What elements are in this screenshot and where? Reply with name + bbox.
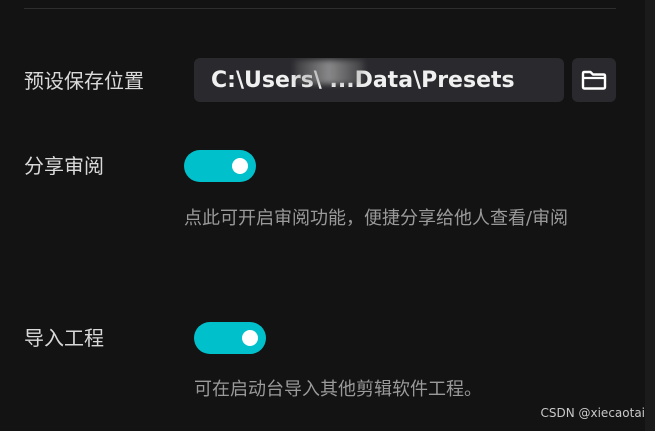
toggle-knob <box>232 158 248 174</box>
share-review-toggle[interactable] <box>184 150 256 182</box>
settings-panel: 预设保存位置 C:\Users\ ...Data\Presets 分享审阅 点此… <box>0 0 655 431</box>
preset-save-location-label: 预设保存位置 <box>24 69 144 93</box>
browse-folder-button[interactable] <box>572 58 616 102</box>
share-review-description: 点此可开启审阅功能，便捷分享给他人查看/审阅 <box>184 208 569 229</box>
section-divider <box>24 8 616 9</box>
import-project-description: 可在启动台导入其他剪辑软件工程。 <box>194 379 482 400</box>
folder-icon <box>581 70 607 90</box>
watermark-text: CSDN @xiecaotai <box>540 406 645 420</box>
preset-path-field[interactable]: C:\Users\ ...Data\Presets <box>194 58 564 102</box>
import-project-label: 导入工程 <box>24 326 104 350</box>
import-project-toggle[interactable] <box>194 322 266 354</box>
redacted-username <box>294 60 364 84</box>
toggle-knob <box>242 330 258 346</box>
share-review-label: 分享审阅 <box>24 154 104 178</box>
scrollbar-track[interactable] <box>645 0 655 431</box>
